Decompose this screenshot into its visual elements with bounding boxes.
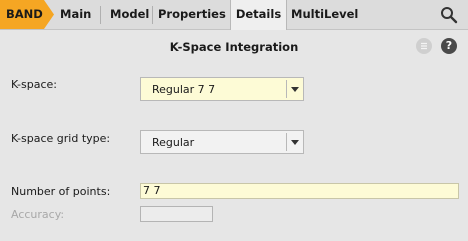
menu-icon[interactable]: [416, 38, 432, 54]
tab-properties[interactable]: Properties: [158, 0, 226, 29]
grid-type-label: K-space grid type:: [11, 132, 111, 145]
select-divider: [286, 133, 287, 151]
tab-divider: [152, 6, 153, 24]
help-icon[interactable]: ?: [441, 38, 457, 54]
kspace-select[interactable]: Regular 7 7: [140, 77, 304, 101]
tab-bar: BAND Main Model Properties Details Multi…: [0, 0, 468, 30]
grid-type-select[interactable]: Regular: [140, 130, 304, 154]
select-divider: [286, 80, 287, 98]
tab-model[interactable]: Model: [110, 0, 149, 29]
panel-title: K-Space Integration: [169, 40, 299, 54]
tab-multilevel[interactable]: MultiLevel: [291, 0, 358, 29]
num-points-label: Number of points:: [11, 185, 111, 198]
search-icon[interactable]: [440, 6, 458, 24]
app-badge-label: BAND: [6, 7, 43, 21]
kspace-label: K-space:: [11, 78, 58, 91]
app-badge[interactable]: BAND: [0, 0, 55, 29]
tab-divider: [100, 6, 101, 24]
chevron-down-icon[interactable]: [291, 140, 299, 145]
tab-details[interactable]: Details: [230, 0, 287, 30]
accuracy-input: [140, 206, 213, 222]
accuracy-label: Accuracy:: [11, 208, 65, 221]
tab-main[interactable]: Main: [60, 0, 91, 29]
kspace-select-value: Regular 7 7: [152, 83, 216, 96]
grid-type-select-value: Regular: [152, 136, 195, 149]
chevron-down-icon[interactable]: [291, 87, 299, 92]
details-panel: K-Space Integration ? K-space: Regular 7…: [0, 30, 468, 241]
num-points-input[interactable]: 7 7: [140, 183, 459, 199]
